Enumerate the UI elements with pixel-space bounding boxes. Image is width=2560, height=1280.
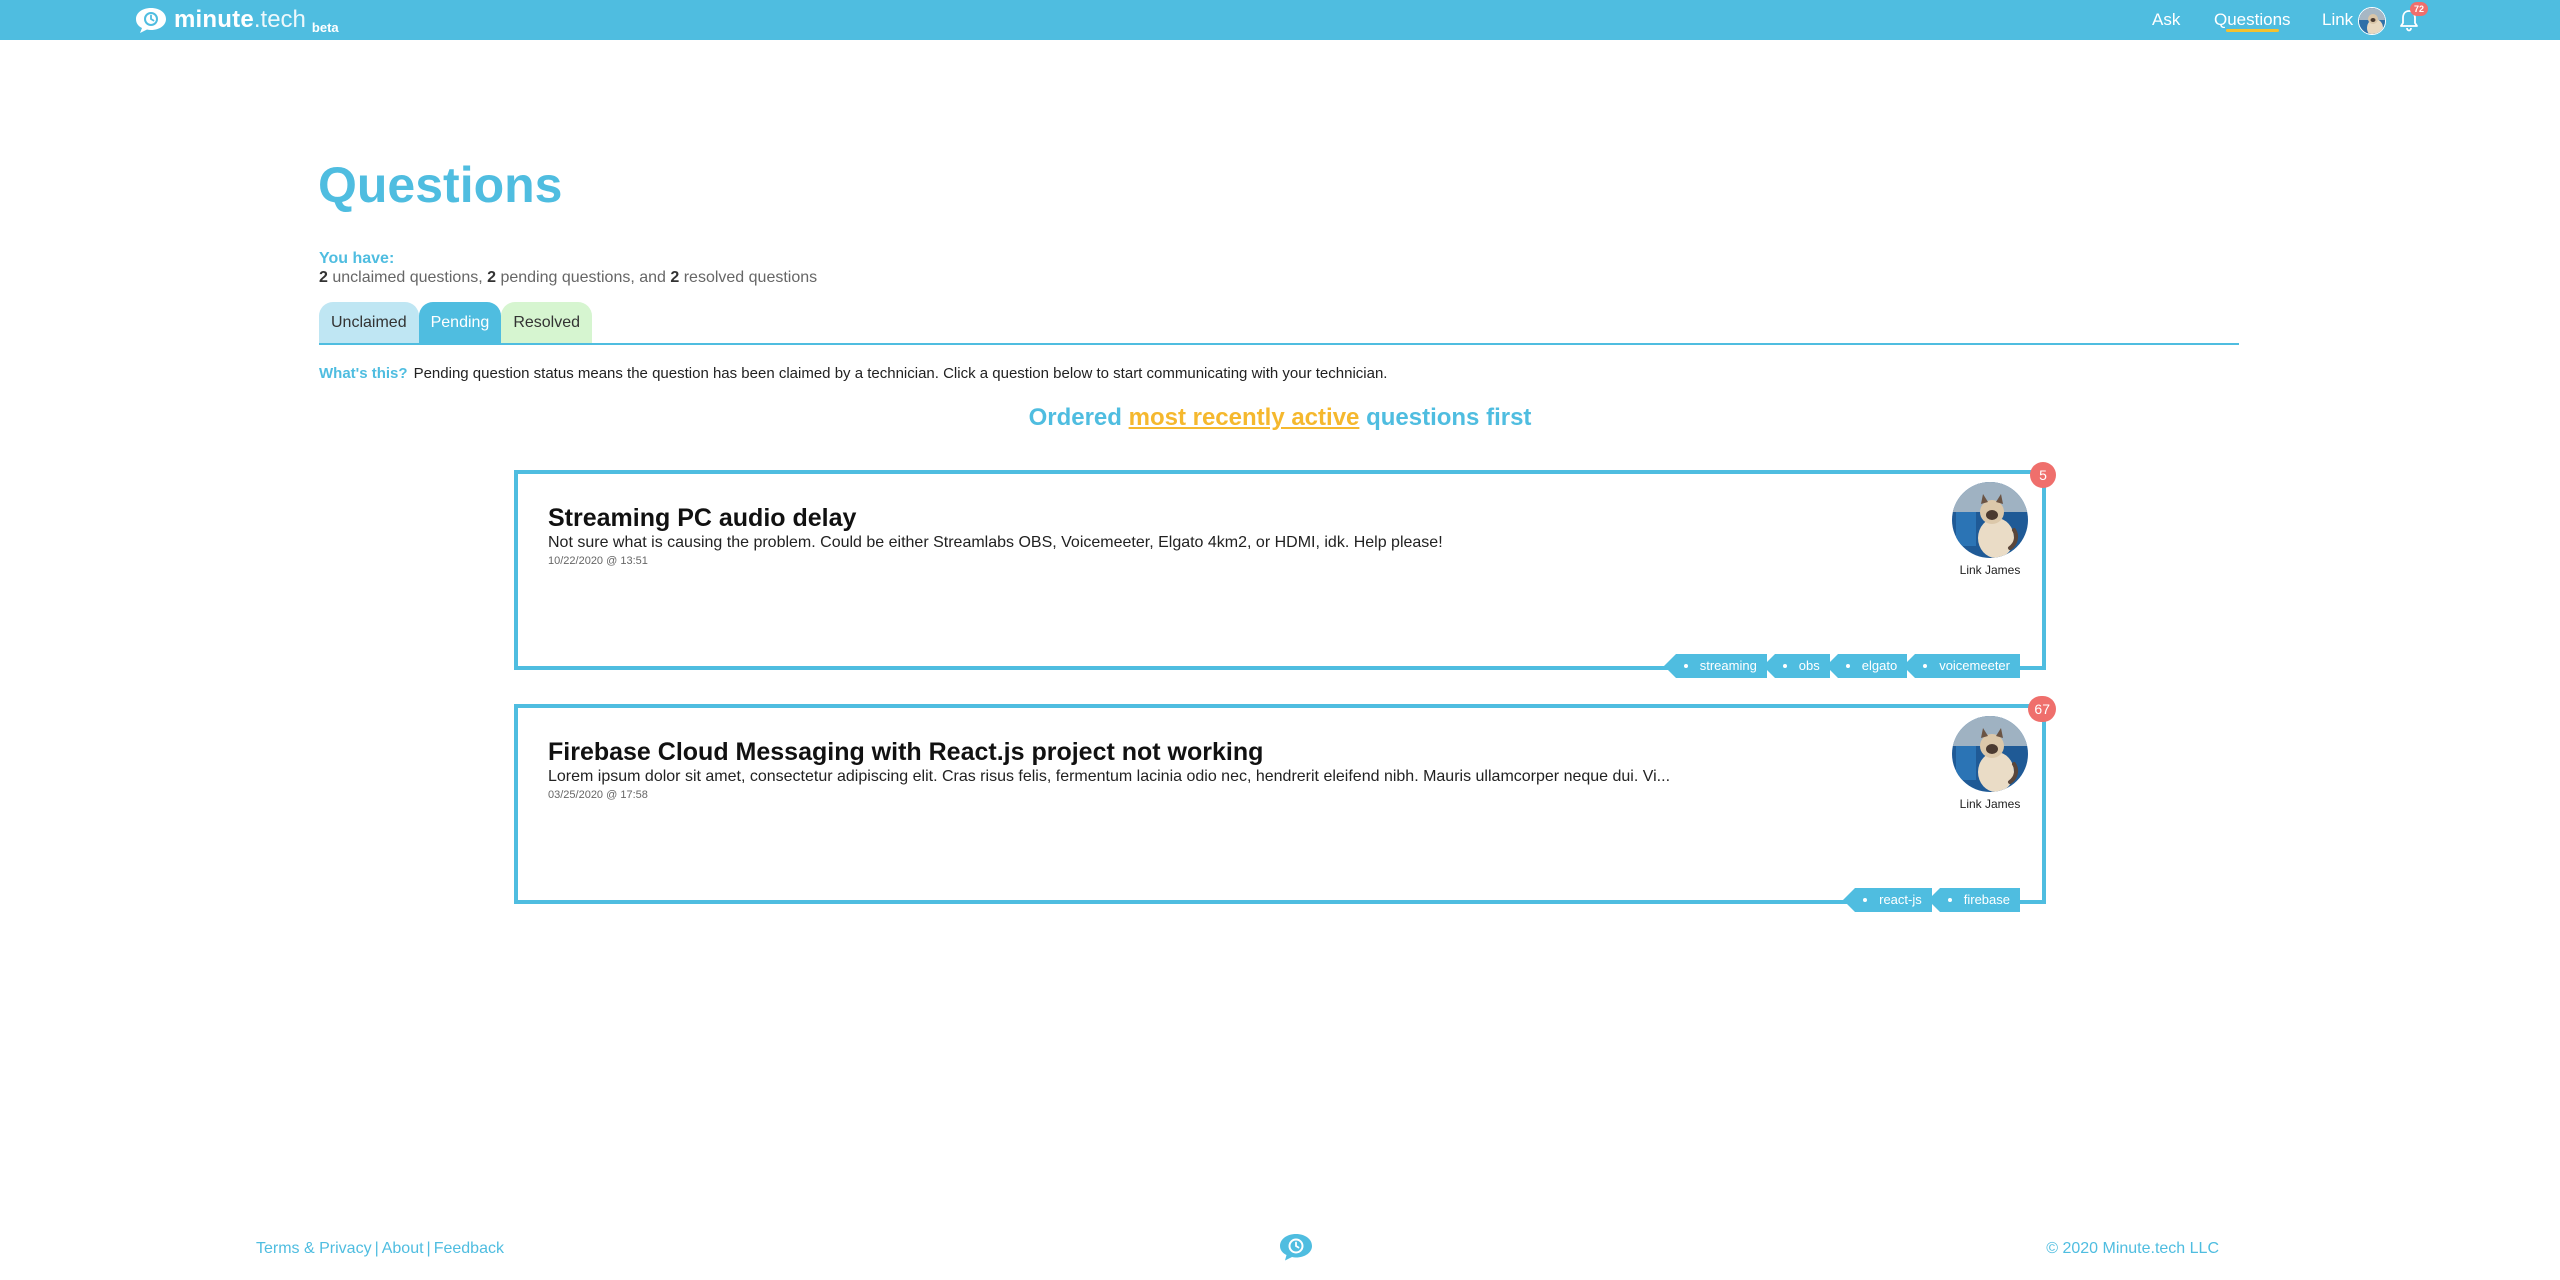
question-date: 03/25/2020 @ 17:58 <box>548 789 648 801</box>
nav-questions-label: Questions <box>2214 10 2291 29</box>
tag[interactable]: obs <box>1762 654 1830 678</box>
technician-avatar <box>1952 482 2028 558</box>
you-have-label: You have: <box>319 250 395 267</box>
notification-count-badge: 72 <box>2410 2 2428 16</box>
footer-links: Terms & Privacy | About | Feedback <box>256 1240 504 1257</box>
brand-tld: .tech <box>253 6 306 33</box>
terms-privacy-link[interactable]: Terms & Privacy <box>256 1240 372 1257</box>
tag[interactable]: elgato <box>1825 654 1908 678</box>
whats-this-label: What's this? <box>319 365 408 382</box>
chat-bubble-logo-icon <box>136 8 166 33</box>
question-description: Not sure what is causing the problem. Co… <box>548 534 1443 551</box>
tabs-divider <box>319 343 2239 345</box>
ordering-heading: Ordered most recently active questions f… <box>1028 404 1532 431</box>
whats-this-text: Pending question status means the questi… <box>413 365 1388 382</box>
tag[interactable]: voicemeeter <box>1903 654 2020 678</box>
technician-name: Link James <box>1959 797 2021 811</box>
brand-name: minute <box>174 6 254 33</box>
cat-avatar-image <box>1952 716 2028 792</box>
top-navbar: minute .tech beta Ask Questions Link 72 <box>0 0 2560 40</box>
message-count-badge: 5 <box>2030 462 2056 488</box>
active-nav-underline <box>2226 29 2279 32</box>
tag[interactable]: streaming <box>1663 654 1767 678</box>
tag[interactable]: firebase <box>1927 888 2020 912</box>
tab-resolved[interactable]: Resolved <box>501 302 593 344</box>
question-card[interactable]: Firebase Cloud Messaging with React.js p… <box>514 696 2056 912</box>
question-counts-summary: 2 unclaimed questions, 2 pending questio… <box>319 269 818 286</box>
status-tabs: Unclaimed Pending Resolved <box>319 302 593 344</box>
pending-count: 2 <box>487 269 497 286</box>
page-title: Questions <box>318 157 563 213</box>
user-avatar[interactable] <box>2358 7 2386 35</box>
question-description: Lorem ipsum dolor sit amet, consectetur … <box>548 768 1671 785</box>
resolved-count: 2 <box>670 269 680 286</box>
tag[interactable]: react-js <box>1843 888 1932 912</box>
nav-user-link[interactable]: Link <box>2322 0 2353 40</box>
feedback-link[interactable]: Feedback <box>434 1240 504 1257</box>
chat-bubble-logo-icon[interactable] <box>1278 1232 1314 1262</box>
nav-ask-link[interactable]: Ask <box>2152 0 2180 40</box>
tag-list: streaming obs elgato voicemeeter <box>1663 654 2020 678</box>
nav-questions-link[interactable]: Questions <box>2214 0 2291 40</box>
cat-avatar-image <box>1952 482 2028 558</box>
tab-unclaimed[interactable]: Unclaimed <box>319 302 419 344</box>
ordering-highlight: most recently active <box>1128 404 1360 431</box>
brand-logo-link[interactable]: minute .tech beta <box>134 4 339 36</box>
status-explanation: What's this? Pending question status mean… <box>319 365 1387 382</box>
message-count-badge: 67 <box>2028 696 2056 722</box>
question-card[interactable]: Streaming PC audio delay Not sure what i… <box>514 462 2056 678</box>
question-date: 10/22/2020 @ 13:51 <box>548 555 648 567</box>
question-title: Firebase Cloud Messaging with React.js p… <box>548 738 1264 766</box>
technician-name: Link James <box>1959 563 2021 577</box>
unclaimed-count: 2 <box>319 269 328 286</box>
tag-list: react-js firebase <box>1843 888 2020 912</box>
beta-label: beta <box>311 19 339 35</box>
cat-avatar-image <box>2359 8 2385 34</box>
tab-pending[interactable]: Pending <box>418 302 502 344</box>
technician-avatar <box>1952 716 2028 792</box>
question-title: Streaming PC audio delay <box>548 504 857 532</box>
copyright-text: © 2020 Minute.tech LLC <box>2046 1240 2219 1257</box>
about-link[interactable]: About <box>382 1240 424 1257</box>
